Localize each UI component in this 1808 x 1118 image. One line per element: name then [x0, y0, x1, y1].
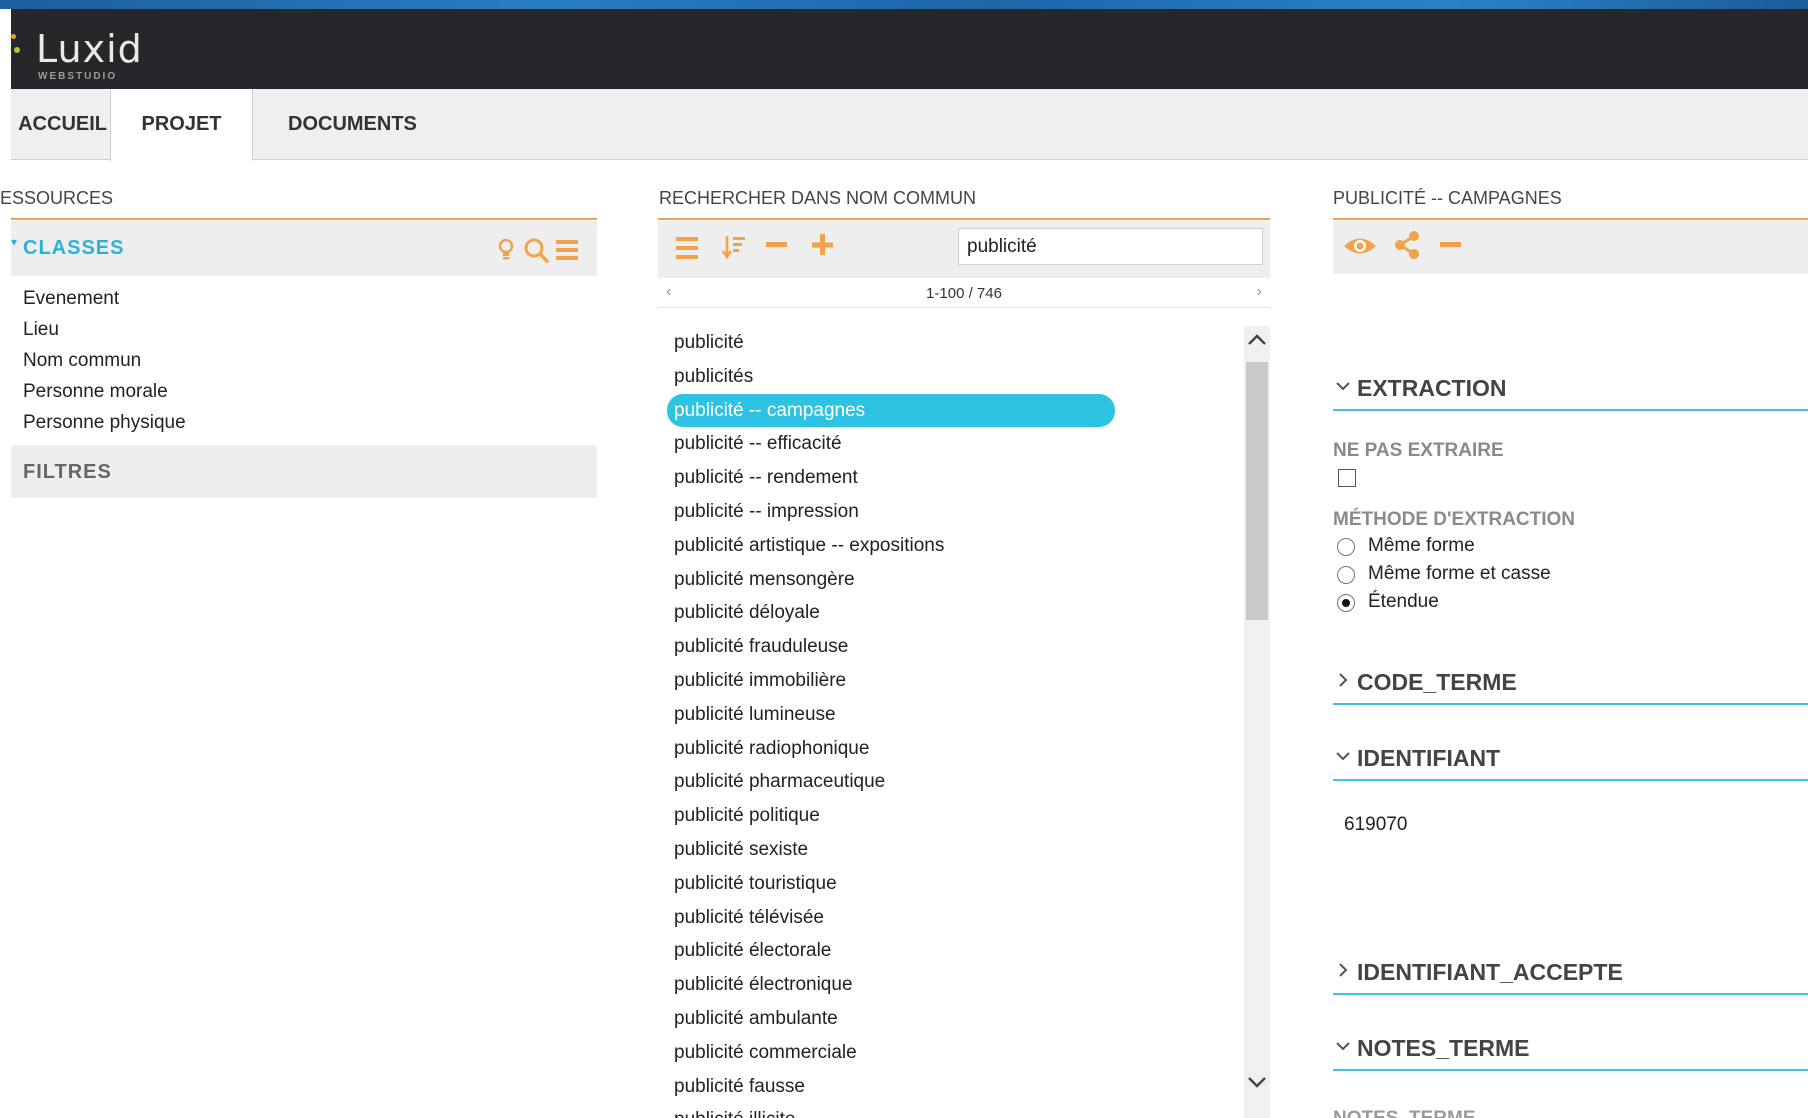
- classes-title: CLASSES: [23, 237, 125, 259]
- class-item-nom-commun[interactable]: Nom commun: [23, 349, 186, 380]
- class-item-evenement[interactable]: Evenement: [23, 287, 186, 318]
- class-item-personne-physique[interactable]: Personne physique: [23, 411, 186, 442]
- section-identifiant-accepte[interactable]: IDENTIFIANT_ACCEPTE: [1333, 949, 1808, 995]
- identifiant-value: 619070: [1344, 814, 1408, 835]
- scrollbar-thumb[interactable]: [1246, 362, 1268, 620]
- section-title: IDENTIFIANT: [1357, 745, 1501, 771]
- classes-header[interactable]: ▾ CLASSES: [11, 221, 597, 276]
- sort-icon[interactable]: [722, 234, 746, 260]
- section-identifiant[interactable]: IDENTIFIANT: [1333, 735, 1808, 781]
- result-item[interactable]: publicité -- impression: [658, 495, 1244, 529]
- result-item-selected[interactable]: publicité -- campagnes: [667, 393, 1115, 428]
- window-top-strip: [0, 0, 1808, 9]
- class-item-lieu[interactable]: Lieu: [23, 318, 186, 349]
- pagination-bar: ‹ 1-100 / 746 ›: [658, 282, 1270, 308]
- next-page-icon[interactable]: ›: [1257, 283, 1262, 301]
- method-label-meme-forme-casse: Même forme et casse: [1368, 563, 1551, 584]
- result-item[interactable]: publicité mensongère: [658, 563, 1244, 597]
- section-notes-terme[interactable]: NOTES_TERME: [1333, 1025, 1808, 1071]
- no-extract-label: NE PAS EXTRAIRE: [1333, 440, 1504, 461]
- chevron-right-icon: [1339, 673, 1348, 687]
- lightbulb-icon[interactable]: [496, 238, 516, 262]
- section-title: NOTES_TERME: [1357, 1035, 1530, 1061]
- logo-mark-icon: [11, 34, 16, 39]
- scroll-down-icon[interactable]: [1247, 1076, 1267, 1090]
- result-item[interactable]: publicité -- rendement: [658, 461, 1244, 495]
- resources-panel-title: RESSOURCES: [0, 188, 114, 208]
- search-toolbar: [658, 221, 1270, 278]
- chevron-down-icon: [1336, 382, 1350, 391]
- result-item[interactable]: publicité: [658, 326, 1244, 360]
- result-item[interactable]: publicité commerciale: [658, 1036, 1244, 1070]
- plus-icon[interactable]: [812, 234, 834, 256]
- result-item[interactable]: publicité électronique: [658, 968, 1244, 1002]
- chevron-down-icon: [1336, 1042, 1350, 1051]
- scroll-up-icon[interactable]: [1247, 332, 1267, 346]
- method-radio-etendue[interactable]: [1337, 594, 1355, 612]
- method-label-meme-forme: Même forme: [1368, 535, 1475, 556]
- search-input[interactable]: [958, 228, 1263, 265]
- result-item[interactable]: publicité électorale: [658, 934, 1244, 968]
- result-item[interactable]: publicité frauduleuse: [658, 630, 1244, 664]
- section-title: EXTRACTION: [1357, 375, 1507, 401]
- chevron-right-icon: [1339, 963, 1348, 977]
- tab-accueil[interactable]: ACCUEIL: [11, 89, 109, 161]
- tab-projet[interactable]: PROJET: [110, 89, 253, 161]
- search-icon[interactable]: [523, 237, 549, 263]
- chevron-down-icon: [1336, 752, 1350, 761]
- result-item[interactable]: publicité télévisée: [658, 901, 1244, 935]
- result-item[interactable]: publicité sexiste: [658, 833, 1244, 867]
- tab-documents[interactable]: DOCUMENTS: [288, 89, 417, 161]
- pagination-range: 1-100 / 746: [926, 285, 1002, 302]
- result-item[interactable]: publicité ambulante: [658, 1002, 1244, 1036]
- no-extract-checkbox[interactable]: [1338, 469, 1356, 487]
- result-item[interactable]: publicités: [658, 360, 1244, 394]
- eye-icon[interactable]: [1343, 235, 1377, 257]
- notes-terme-field-label: NOTES_TERME: [1333, 1108, 1476, 1118]
- section-code-terme[interactable]: CODE_TERME: [1333, 659, 1808, 705]
- method-radio-meme-forme[interactable]: [1337, 538, 1355, 556]
- section-title: CODE_TERME: [1357, 669, 1517, 695]
- detail-divider: [1333, 218, 1808, 220]
- detail-panel-title: PUBLICITÉ -- CAMPAGNES: [1333, 188, 1562, 208]
- minus-icon[interactable]: [766, 241, 788, 249]
- result-item[interactable]: publicité pharmaceutique: [658, 765, 1244, 799]
- extraction-method-label: MÉTHODE D'EXTRACTION: [1333, 509, 1576, 530]
- resources-divider: [11, 218, 597, 220]
- detail-toolbar: [1333, 221, 1808, 274]
- result-item[interactable]: publicité immobilière: [658, 664, 1244, 698]
- result-item[interactable]: publicité politique: [658, 799, 1244, 833]
- results-scrollbar[interactable]: [1244, 326, 1270, 1118]
- method-radio-meme-forme-casse[interactable]: [1337, 566, 1355, 584]
- logo-subtitle: WEBSTUDIO: [38, 71, 118, 82]
- search-results-list: publicité publicités publicité -- campagne…: [658, 326, 1244, 1118]
- section-extraction[interactable]: EXTRACTION: [1333, 365, 1808, 411]
- result-item[interactable]: publicité illicite: [658, 1103, 1244, 1118]
- class-list: Evenement Lieu Nom commun Personne moral…: [23, 287, 186, 442]
- result-item[interactable]: publicité fausse: [658, 1070, 1244, 1104]
- app-header: Luxid WEBSTUDIO: [11, 9, 1808, 89]
- collapse-caret-icon: ▾: [11, 235, 18, 249]
- search-panel-title: RECHERCHER DANS NOM COMMUN: [659, 188, 977, 208]
- result-item[interactable]: publicité radiophonique: [658, 732, 1244, 766]
- list-icon[interactable]: [676, 236, 700, 260]
- share-icon[interactable]: [1393, 230, 1421, 260]
- method-label-etendue: Étendue: [1368, 591, 1439, 612]
- menu-icon[interactable]: [556, 239, 580, 261]
- logo-text: Luxid: [36, 27, 143, 71]
- main-tab-bar: ACCUEIL PROJET DOCUMENTS: [11, 89, 1808, 161]
- section-title: IDENTIFIANT_ACCEPTE: [1357, 959, 1623, 985]
- filters-title: FILTRES: [23, 461, 112, 483]
- class-item-personne-morale[interactable]: Personne morale: [23, 380, 186, 411]
- result-item[interactable]: publicité lumineuse: [658, 698, 1244, 732]
- remove-icon[interactable]: [1440, 241, 1462, 249]
- filters-header[interactable]: FILTRES: [11, 445, 597, 498]
- result-item[interactable]: publicité déloyale: [658, 596, 1244, 630]
- search-divider: [658, 218, 1270, 220]
- result-item[interactable]: publicité -- efficacité: [658, 427, 1244, 461]
- result-item[interactable]: publicité artistique -- expositions: [658, 529, 1244, 563]
- result-item[interactable]: publicité touristique: [658, 867, 1244, 901]
- logo-dot-icon: [14, 47, 20, 53]
